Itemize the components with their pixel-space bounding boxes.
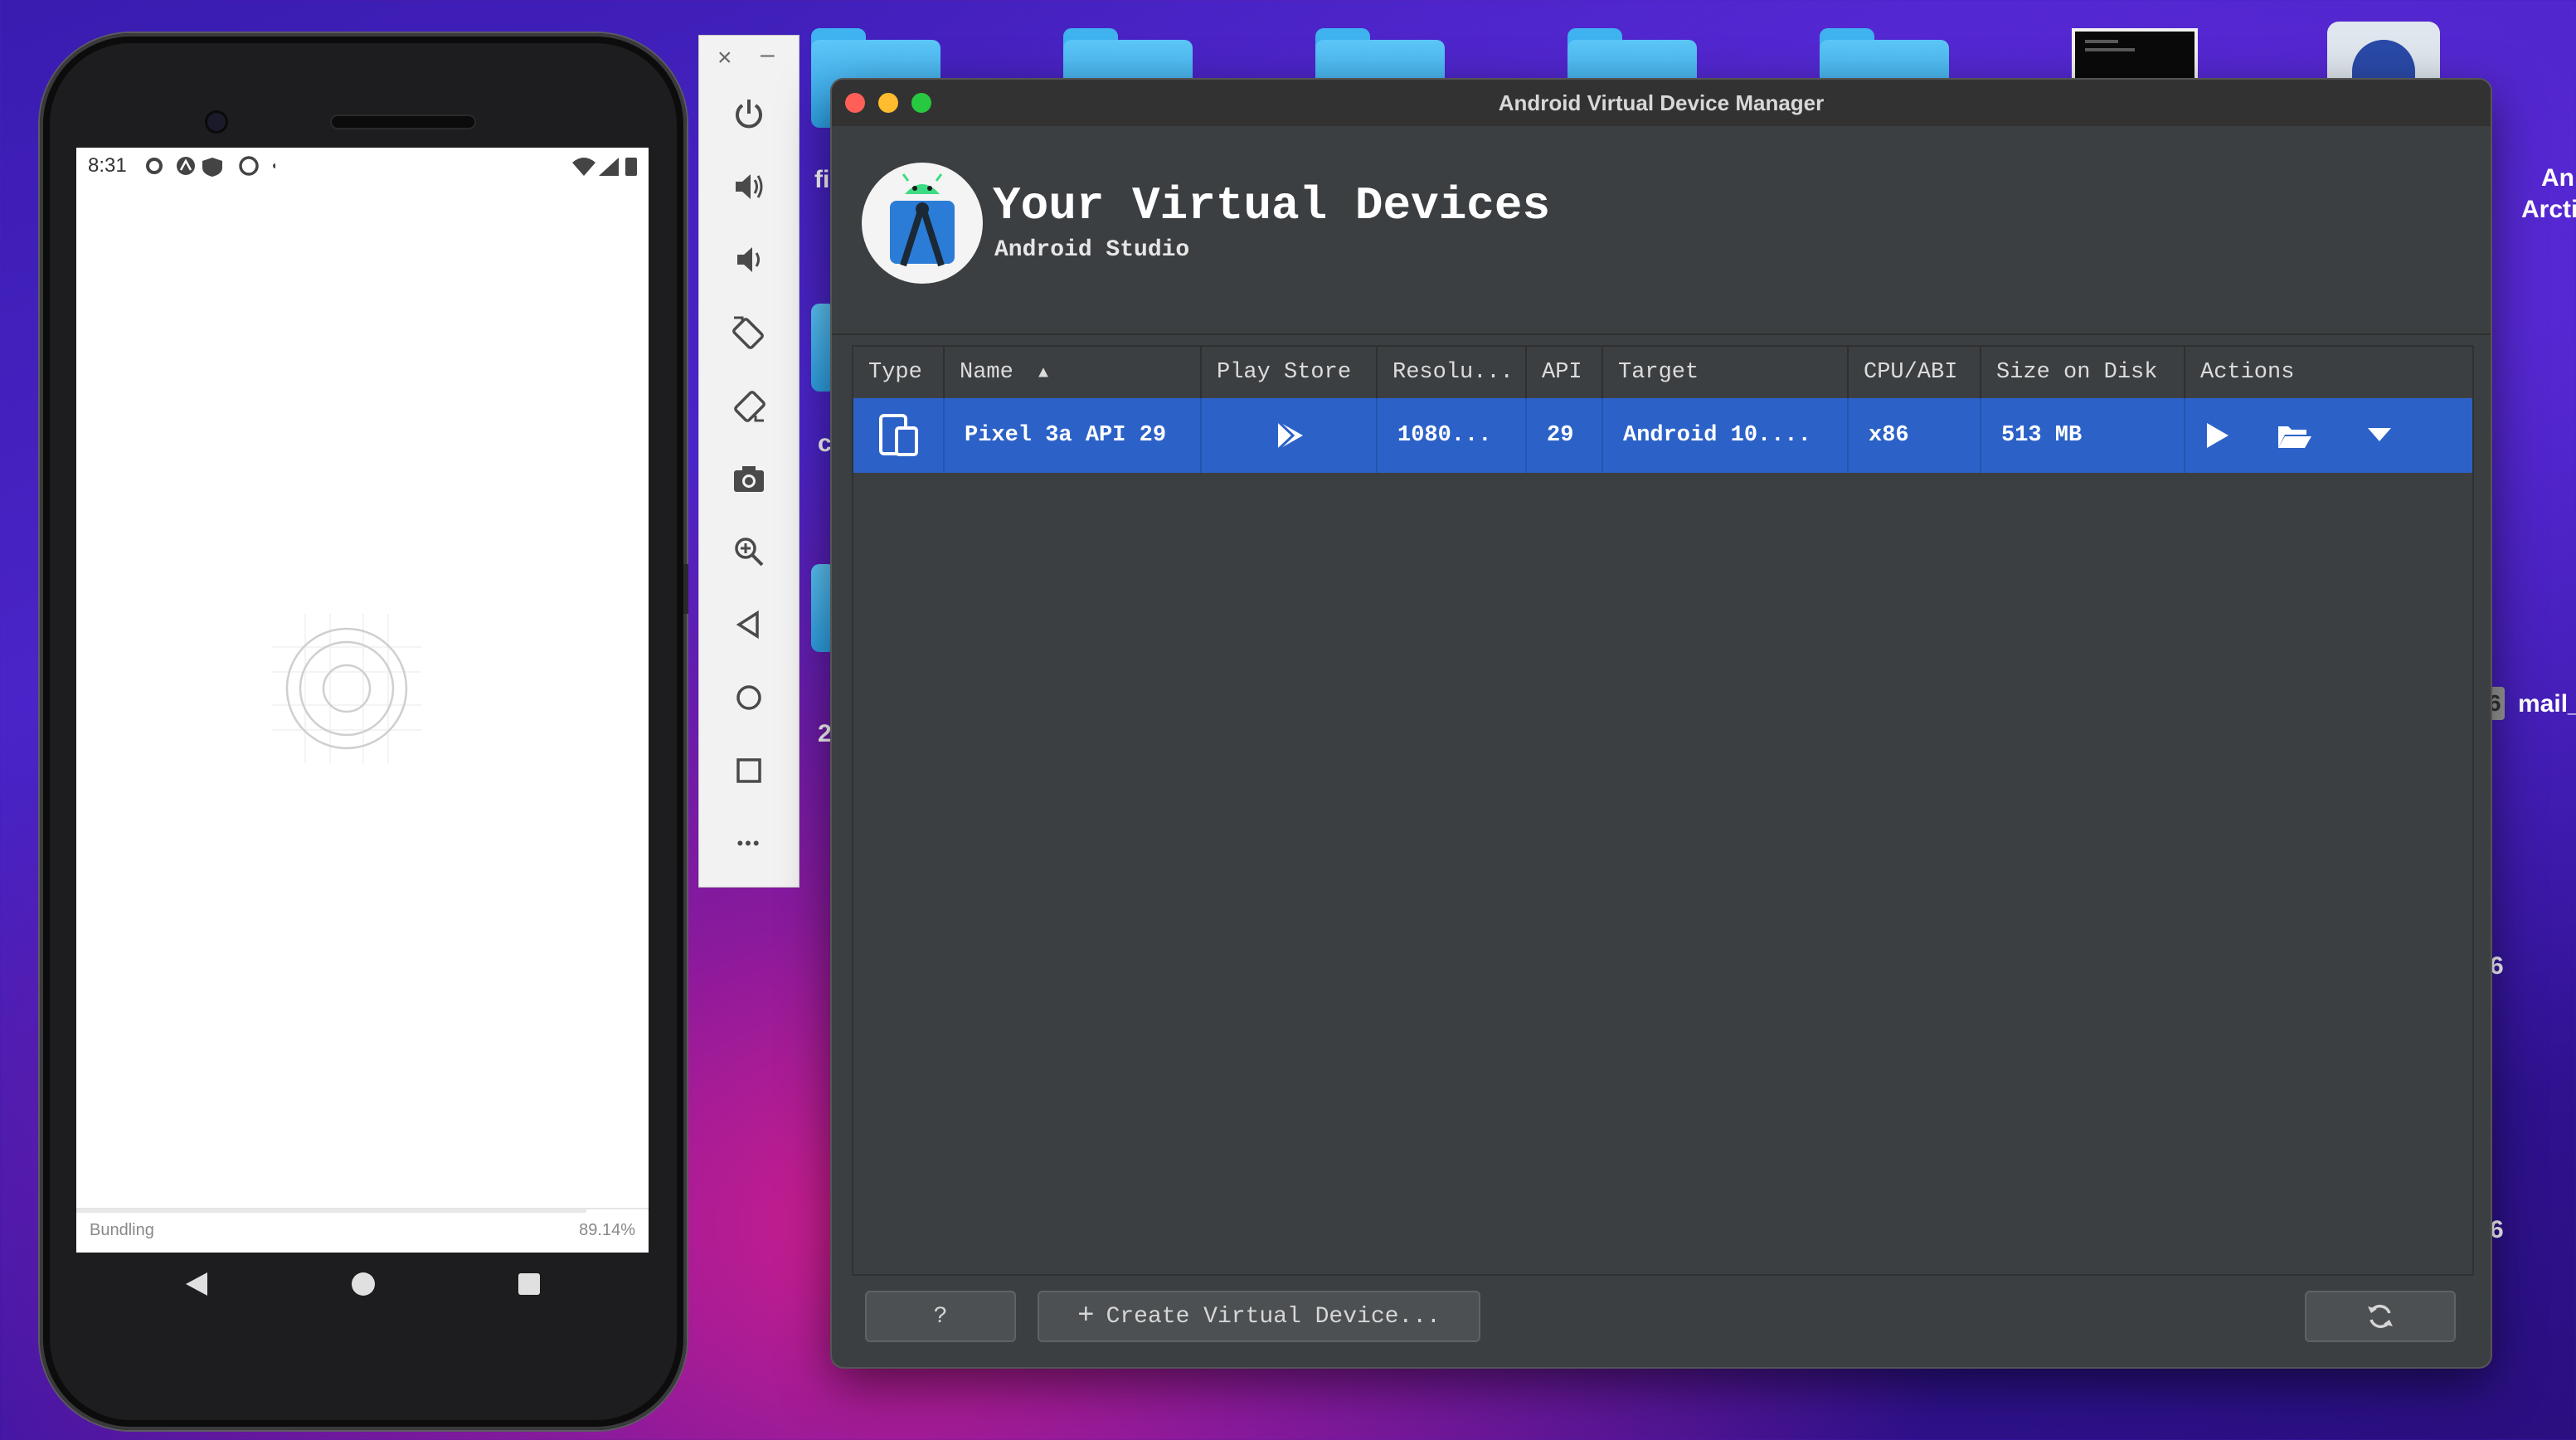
earpiece-speaker [332,116,474,128]
window-titlebar: Android Virtual Device Manager [832,80,2491,127]
phone-tablet-icon [879,414,918,456]
play-store-icon [1276,420,1303,451]
actions-cell [2185,398,2472,473]
terminal-thumbnail-icon[interactable] [2072,28,2198,81]
zoom-icon[interactable] [724,527,774,576]
table-header: Type Name ▲ Play Store Resolu... API Tar… [853,347,2472,400]
desktop-item-label: 6 [2490,1216,2504,1243]
column-header-play-store[interactable]: Play Store [1202,347,1378,398]
loading-spinner-icon [272,614,421,763]
column-header-name-label: Name [960,360,1013,385]
device-name-cell: Pixel 3a API 29 [945,398,1202,473]
device-type-cell [853,398,945,473]
status-system-icons [572,158,637,176]
avd-manager-window: Android Virtual Device Manager Your Virt… [832,80,2491,1367]
page-subtitle: Android Studio [994,237,1190,263]
phone-status-bar: 8:31 [76,148,649,184]
create-virtual-device-button[interactable]: + Create Virtual Device... [1038,1291,1480,1342]
column-header-target[interactable]: Target [1603,347,1849,398]
refresh-button[interactable] [2305,1291,2456,1342]
launch-play-icon[interactable] [2204,421,2230,450]
column-header-name[interactable]: Name ▲ [945,347,1202,398]
desktop-item-label: c [818,430,832,457]
desktop-item-label: An [2541,164,2574,192]
back-triangle-icon[interactable] [724,600,774,649]
volume-down-icon[interactable] [724,235,774,285]
home-icon[interactable] [350,1271,377,1297]
target-cell: Android 10.... [1603,398,1849,473]
window-title: Android Virtual Device Manager [1498,90,1825,115]
create-virtual-device-label: Create Virtual Device... [1106,1303,1441,1330]
emulator-toolbar: × – ••• [698,35,800,888]
emulator-minimize-button[interactable]: – [761,41,775,69]
phone-clock: 8:31 [88,154,127,177]
overview-icon[interactable] [516,1271,542,1297]
zip-archive-icon[interactable] [2327,22,2440,80]
home-circle-icon[interactable] [724,673,774,722]
desktop-item-label: 2 [818,720,832,747]
status-notification-icons [146,156,275,177]
devices-table: Type Name ▲ Play Store Resolu... API Tar… [852,345,2474,1276]
size-cell: 513 MB [1981,398,2185,473]
desktop-item-label: 6 [2490,952,2504,980]
resolution-cell: 1080... [1378,398,1527,473]
bundling-percent: 89.14% [579,1221,635,1239]
sort-ascending-icon: ▲ [1038,364,1049,383]
avd-header: Your Virtual Devices Android Studio [832,126,2491,335]
chevron-down-icon[interactable] [2366,426,2393,445]
column-header-resolution[interactable]: Resolu... [1378,347,1527,398]
desktop-item-label: mail_ [2518,690,2576,718]
column-header-size[interactable]: Size on Disk [1981,347,2185,398]
table-row[interactable]: Pixel 3a API 29 1080... 29 Android 10...… [853,398,2472,473]
open-folder-icon[interactable] [2277,421,2313,450]
rotate-left-icon[interactable] [724,308,774,358]
page-title: Your Virtual Devices [993,179,1551,232]
column-header-api[interactable]: API [1527,347,1603,398]
power-icon[interactable] [724,89,774,139]
play-store-cell [1202,398,1378,473]
column-header-actions[interactable]: Actions [2185,347,2472,398]
phone-screen[interactable]: 8:31 Bundling 89.14% [76,148,649,1253]
rotate-right-icon[interactable] [724,381,774,431]
refresh-icon [2368,1304,2393,1329]
api-cell: 29 [1527,398,1603,473]
emulator-close-button[interactable]: × [717,44,732,72]
column-header-cpu[interactable]: CPU/ABI [1849,347,1981,398]
side-button [683,564,688,614]
help-button[interactable]: ? [865,1291,1016,1342]
column-header-type[interactable]: Type [853,347,945,398]
overview-square-icon[interactable] [724,746,774,795]
plus-icon: + [1077,1301,1095,1332]
bundling-bar: Bundling 89.14% [76,1208,649,1253]
bundling-progress-fill [76,1209,587,1213]
volume-up-icon[interactable] [724,162,774,212]
back-icon[interactable] [184,1271,209,1297]
bundling-label: Bundling [90,1221,154,1239]
cpu-cell: x86 [1849,398,1981,473]
more-options-icon[interactable]: ••• [724,819,774,868]
android-studio-logo [862,163,983,284]
front-camera [207,113,226,131]
camera-icon[interactable] [724,454,774,504]
phone-navigation-bar [76,1251,649,1317]
desktop-item-label: Arcti [2521,196,2576,223]
desktop-item-label: fi [814,166,830,193]
